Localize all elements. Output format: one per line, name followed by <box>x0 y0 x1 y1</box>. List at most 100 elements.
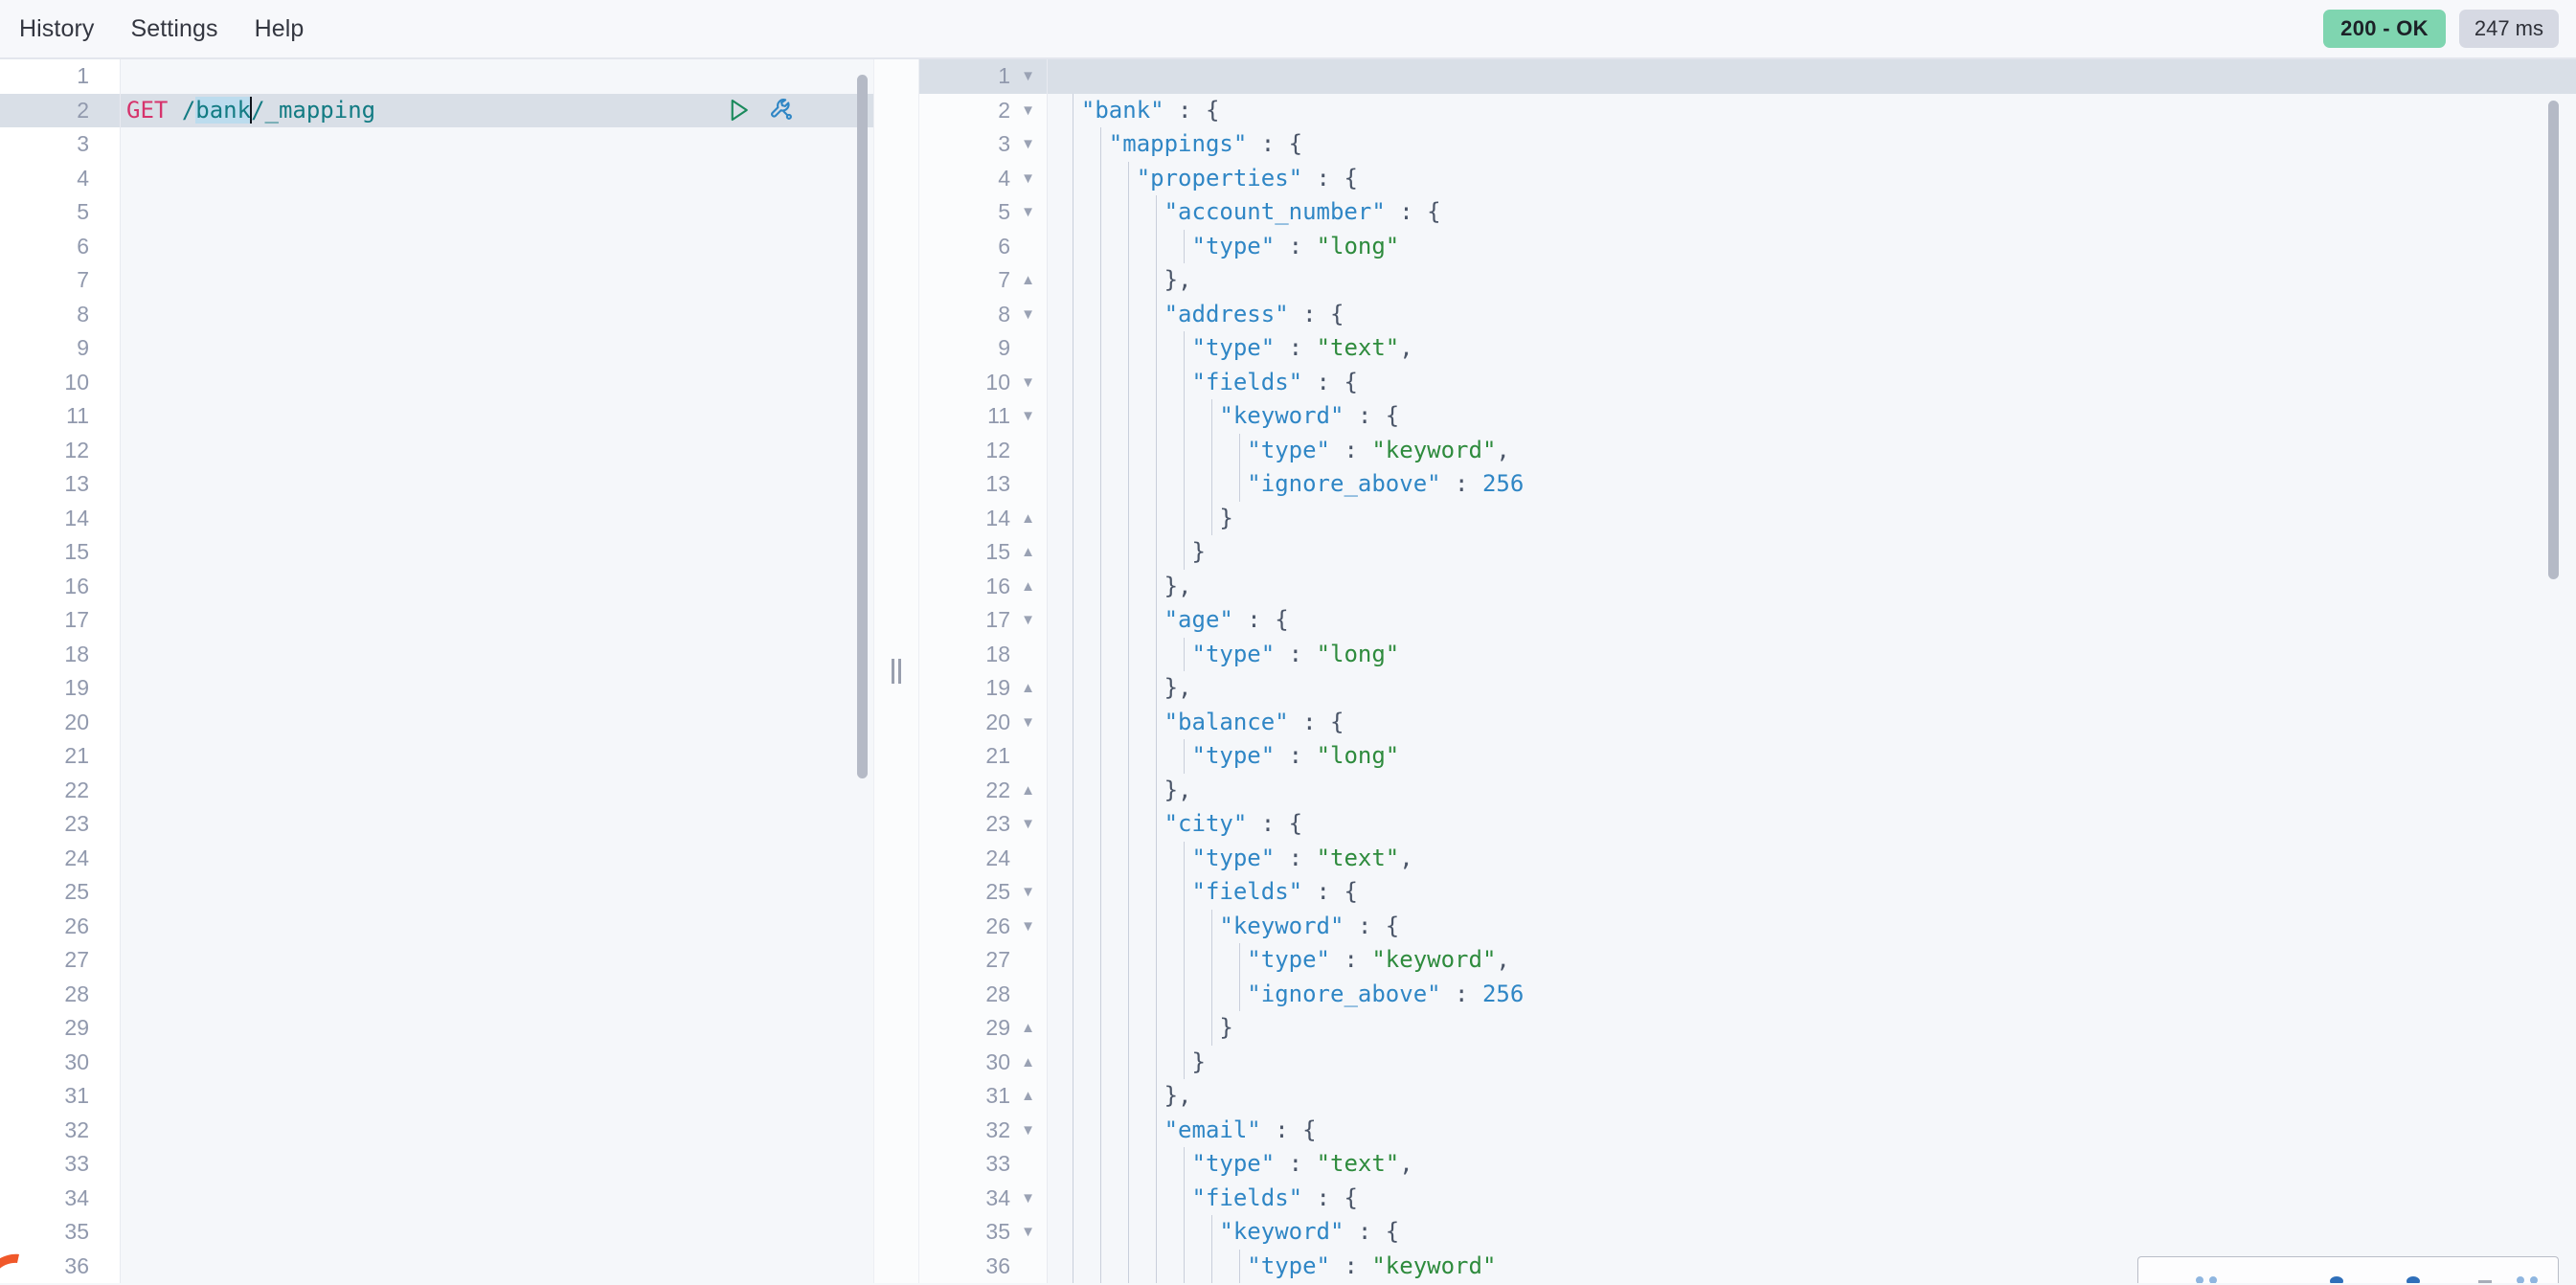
response-code-line[interactable]: }, <box>1048 774 2576 808</box>
request-code-line[interactable] <box>121 671 873 706</box>
fold-expand-icon[interactable]: ▲ <box>1021 263 1035 298</box>
request-code-line[interactable] <box>121 434 873 468</box>
response-code-line[interactable]: "fields" : { <box>1048 366 2576 400</box>
response-code-line[interactable]: "keyword" : { <box>1048 399 2576 434</box>
request-code-line[interactable]: GET /bank/_mapping <box>121 94 873 128</box>
response-code-line[interactable]: "ignore_above" : 256 <box>1048 978 2576 1012</box>
request-code-line[interactable] <box>121 1079 873 1114</box>
request-code-line[interactable] <box>121 366 873 400</box>
response-code-line[interactable]: "type" : "long" <box>1048 638 2576 672</box>
wrench-icon[interactable] <box>768 96 797 124</box>
fold-expand-icon[interactable]: ▲ <box>1021 1011 1035 1046</box>
request-code-line[interactable] <box>121 162 873 196</box>
response-code-line[interactable]: { <box>1048 59 2576 94</box>
fold-collapse-icon[interactable]: ▼ <box>1021 298 1035 332</box>
response-code-line[interactable]: }, <box>1048 1079 2576 1114</box>
response-code-line[interactable]: } <box>1048 535 2576 570</box>
request-code-area[interactable]: GET /bank/_mapping <box>121 59 873 1283</box>
nav-help[interactable]: Help <box>253 11 306 47</box>
response-code-line[interactable]: "email" : { <box>1048 1114 2576 1148</box>
response-code-line[interactable]: }, <box>1048 263 2576 298</box>
response-code-line[interactable]: "balance" : { <box>1048 706 2576 740</box>
request-code-line[interactable] <box>121 195 873 230</box>
response-code-line[interactable]: } <box>1048 502 2576 536</box>
response-code-line[interactable]: "type" : "long" <box>1048 739 2576 774</box>
request-code-line[interactable] <box>121 807 873 842</box>
fold-expand-icon[interactable]: ▲ <box>1021 1079 1035 1114</box>
response-line-number-gutter[interactable]: 1▼2▼3▼4▼5▼67▲8▼910▼11▼121314▲15▲16▲17▼18… <box>919 59 1048 1283</box>
fold-expand-icon[interactable]: ▲ <box>1021 774 1035 808</box>
response-code-line[interactable]: "type" : "keyword", <box>1048 943 2576 978</box>
response-code-line[interactable]: }, <box>1048 570 2576 604</box>
fold-collapse-icon[interactable]: ▼ <box>1021 162 1035 196</box>
fold-collapse-icon[interactable]: ▼ <box>1021 366 1035 400</box>
response-code-line[interactable]: "address" : { <box>1048 298 2576 332</box>
request-code-line[interactable] <box>121 842 873 876</box>
response-code-line[interactable]: "properties" : { <box>1048 162 2576 196</box>
fold-collapse-icon[interactable]: ▼ <box>1021 807 1035 842</box>
fold-expand-icon[interactable]: ▲ <box>1021 535 1035 570</box>
response-code-area[interactable]: { "bank" : { "mappings" : { "properties"… <box>1048 59 2576 1283</box>
request-code-line[interactable] <box>121 739 873 774</box>
response-code-line[interactable]: "type" : "long" <box>1048 230 2576 264</box>
request-code-line[interactable] <box>121 706 873 740</box>
request-code-line[interactable] <box>121 943 873 978</box>
request-code-line[interactable] <box>121 1250 873 1284</box>
request-code-line[interactable] <box>121 1011 873 1046</box>
response-code-line[interactable]: "type" : "text", <box>1048 1147 2576 1182</box>
request-code-line[interactable] <box>121 1182 873 1216</box>
response-code-line[interactable]: "type" : "keyword", <box>1048 434 2576 468</box>
nav-settings[interactable]: Settings <box>128 11 219 47</box>
fold-collapse-icon[interactable]: ▼ <box>1021 127 1035 162</box>
request-code-line[interactable] <box>121 1114 873 1148</box>
response-code-line[interactable]: "fields" : { <box>1048 875 2576 910</box>
request-code-line[interactable] <box>121 978 873 1012</box>
request-code-line[interactable] <box>121 331 873 366</box>
fold-expand-icon[interactable]: ▲ <box>1021 1046 1035 1080</box>
request-code-line[interactable] <box>121 603 873 638</box>
fold-collapse-icon[interactable]: ▼ <box>1021 195 1035 230</box>
request-code-line[interactable] <box>121 1046 873 1080</box>
request-code-line[interactable] <box>121 59 873 94</box>
fold-collapse-icon[interactable]: ▼ <box>1021 1114 1035 1148</box>
fold-collapse-icon[interactable]: ▼ <box>1021 875 1035 910</box>
bottom-overlay-widget[interactable] <box>2137 1256 2559 1283</box>
response-code-line[interactable]: "type" : "text", <box>1048 331 2576 366</box>
response-code-line[interactable]: "city" : { <box>1048 807 2576 842</box>
request-code-line[interactable] <box>121 1147 873 1182</box>
response-code-line[interactable]: "keyword" : { <box>1048 1215 2576 1250</box>
request-code-line[interactable] <box>121 502 873 536</box>
response-editor-pane[interactable]: 1▼2▼3▼4▼5▼67▲8▼910▼11▼121314▲15▲16▲17▼18… <box>919 59 2576 1283</box>
request-code-line[interactable] <box>121 263 873 298</box>
request-editor-pane[interactable]: 1234567891011121314151617181920212223242… <box>0 59 873 1283</box>
fold-collapse-icon[interactable]: ▼ <box>1021 706 1035 740</box>
nav-history[interactable]: History <box>17 11 96 47</box>
response-code-line[interactable]: "age" : { <box>1048 603 2576 638</box>
fold-collapse-icon[interactable]: ▼ <box>1021 603 1035 638</box>
response-code-line[interactable]: }, <box>1048 671 2576 706</box>
response-code-line[interactable]: "mappings" : { <box>1048 127 2576 162</box>
request-code-line[interactable] <box>121 1215 873 1250</box>
fold-collapse-icon[interactable]: ▼ <box>1021 1182 1035 1216</box>
response-code-line[interactable]: "account_number" : { <box>1048 195 2576 230</box>
response-vertical-scrollbar[interactable] <box>2548 101 2559 579</box>
fold-collapse-icon[interactable]: ▼ <box>1021 910 1035 944</box>
fold-collapse-icon[interactable]: ▼ <box>1021 399 1035 434</box>
request-code-line[interactable] <box>121 230 873 264</box>
request-code-line[interactable] <box>121 910 873 944</box>
request-code-line[interactable] <box>121 535 873 570</box>
request-code-line[interactable] <box>121 298 873 332</box>
request-vertical-scrollbar[interactable] <box>857 75 868 778</box>
request-url-selection[interactable]: bank <box>195 97 251 124</box>
request-code-line[interactable] <box>121 570 873 604</box>
response-code-line[interactable]: } <box>1048 1046 2576 1080</box>
request-code-line[interactable] <box>121 638 873 672</box>
request-code-line[interactable] <box>121 127 873 162</box>
fold-expand-icon[interactable]: ▲ <box>1021 671 1035 706</box>
fold-collapse-icon[interactable]: ▼ <box>1021 94 1035 128</box>
pane-splitter[interactable] <box>873 59 919 1283</box>
fold-expand-icon[interactable]: ▲ <box>1021 502 1035 536</box>
response-code-line[interactable]: "bank" : { <box>1048 94 2576 128</box>
fold-collapse-icon[interactable]: ▼ <box>1021 59 1035 94</box>
fold-expand-icon[interactable]: ▲ <box>1021 570 1035 604</box>
